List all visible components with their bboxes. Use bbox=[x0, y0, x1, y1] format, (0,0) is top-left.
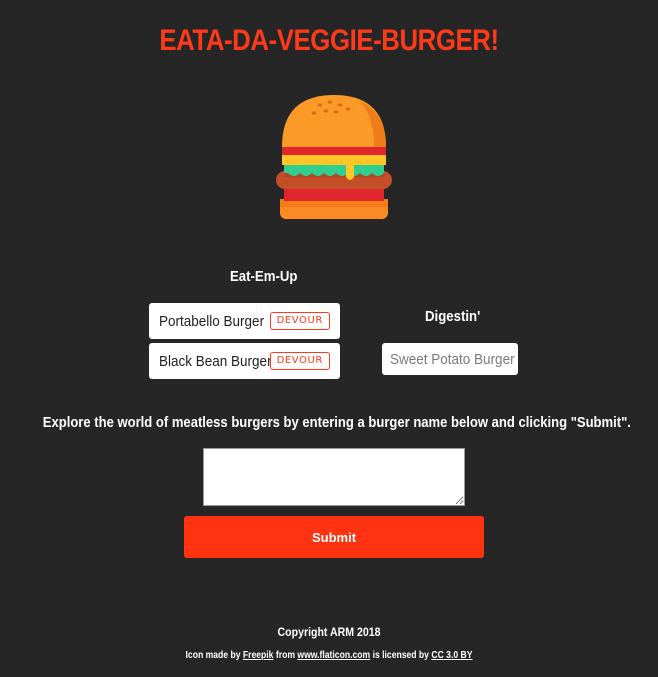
credit-licensed: is licensed by bbox=[372, 650, 429, 661]
burger-card-portabello: Portabello Burger DEVOUR bbox=[149, 303, 340, 339]
eat-column-heading: Eat-Em-Up bbox=[230, 268, 298, 285]
digest-column-heading: Digestin' bbox=[425, 308, 481, 325]
burger-icon bbox=[276, 95, 392, 219]
freepik-link[interactable]: Freepik bbox=[243, 650, 274, 661]
page-title: EATA-DA-VEGGIE-BURGER! bbox=[159, 24, 499, 57]
devour-button[interactable]: DEVOUR bbox=[269, 352, 330, 370]
page: EATA-DA-VEGGIE-BURGER! Eat-Em-Up Portabe… bbox=[0, 0, 658, 677]
burger-name: Portabello Burger bbox=[159, 312, 265, 330]
burger-name: Sweet Potato Burger bbox=[390, 350, 515, 368]
credit-prefix: Icon made by bbox=[185, 650, 241, 661]
footer-credit: Icon made by Freepik from www.flaticon.c… bbox=[46, 650, 612, 661]
form-instructions: Explore the world of meatless burgers by… bbox=[42, 414, 631, 431]
credit-from: from bbox=[275, 650, 295, 661]
burger-name: Black Bean Burger bbox=[159, 352, 272, 370]
burger-name-input[interactable] bbox=[203, 448, 465, 506]
flaticon-link[interactable]: www.flaticon.com bbox=[297, 650, 370, 661]
burger-card-black-bean: Black Bean Burger DEVOUR bbox=[149, 343, 340, 379]
license-link[interactable]: CC 3.0 BY bbox=[431, 650, 472, 661]
footer-copyright: Copyright ARM 2018 bbox=[277, 625, 381, 639]
submit-button[interactable]: Submit bbox=[184, 516, 484, 558]
devour-button[interactable]: DEVOUR bbox=[269, 312, 330, 330]
burger-card-sweet-potato: Sweet Potato Burger bbox=[382, 343, 518, 375]
